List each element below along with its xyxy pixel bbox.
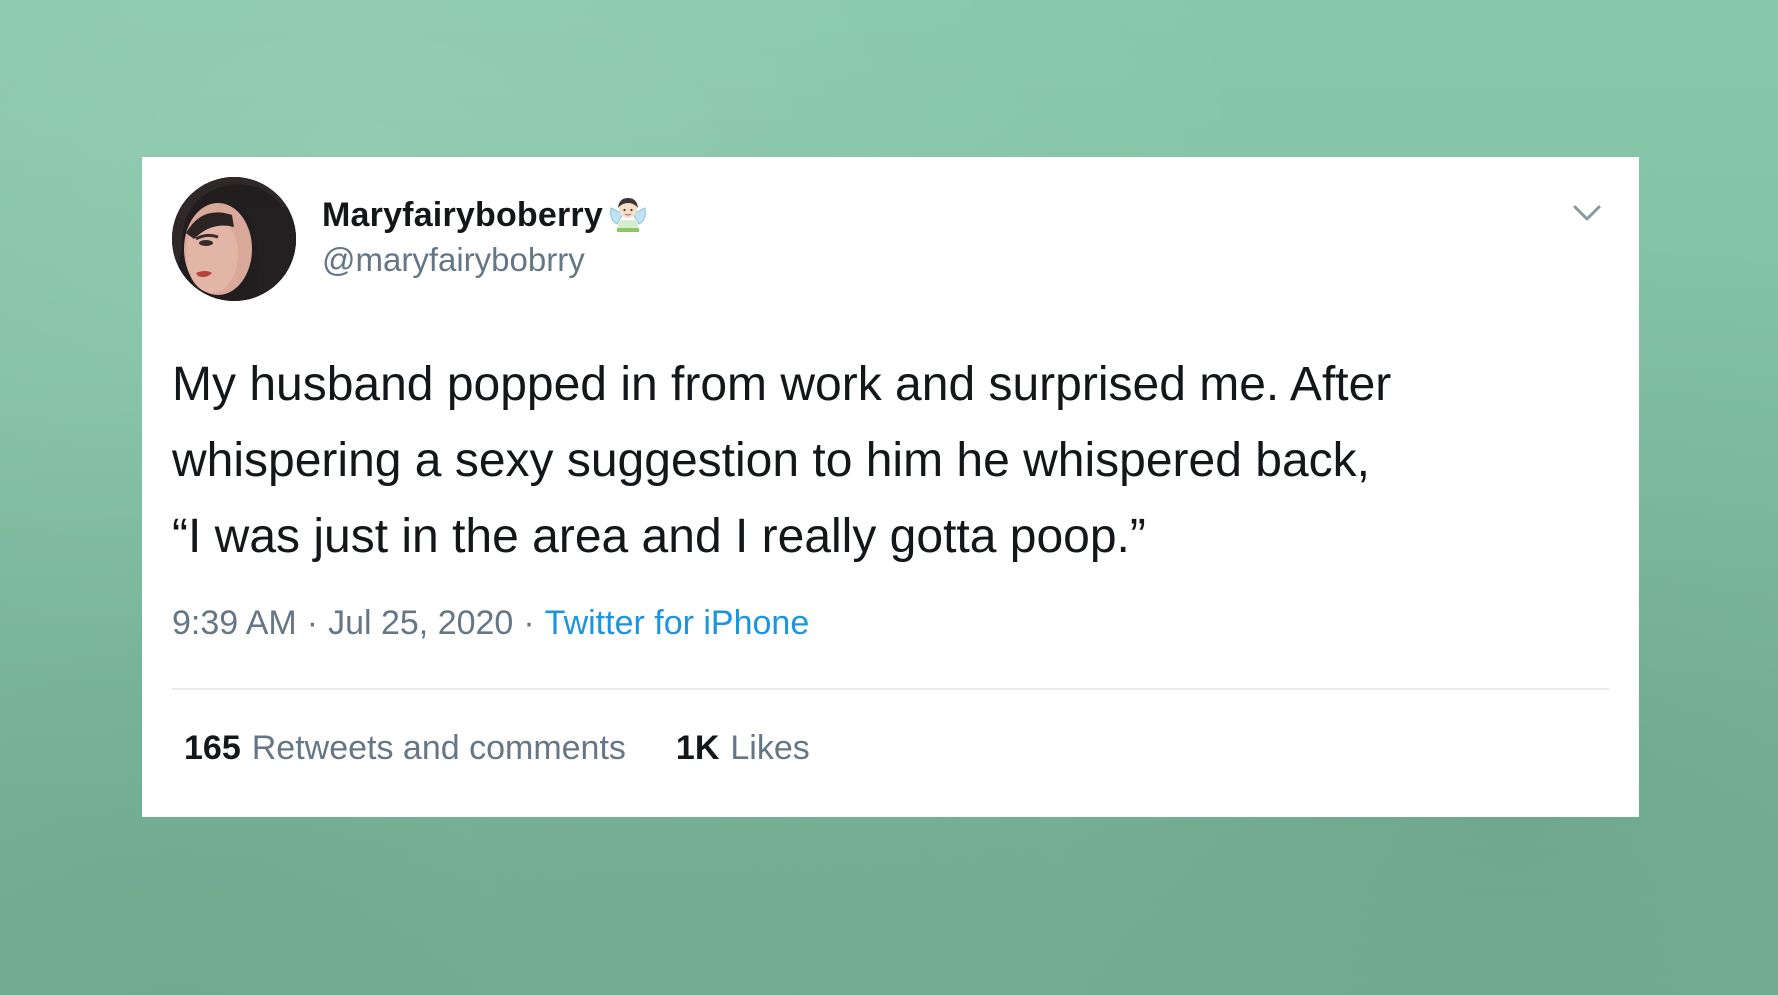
- fairy-emoji-icon: [610, 198, 646, 232]
- retweets-stat[interactable]: 165 Retweets and comments: [184, 729, 626, 768]
- likes-stat[interactable]: 1K Likes: [676, 729, 810, 768]
- avatar[interactable]: [172, 177, 296, 301]
- chevron-down-icon[interactable]: [1567, 193, 1607, 233]
- tweet-text-line: whispering a sexy suggestion to him he w…: [172, 434, 1370, 487]
- tweet-timestamp[interactable]: 9:39 AM: [172, 604, 297, 642]
- retweets-count: 165: [184, 729, 241, 767]
- tweet-source-link[interactable]: Twitter for iPhone: [545, 604, 810, 642]
- retweets-label: Retweets and comments: [251, 729, 626, 767]
- tweet-stats: 165 Retweets and comments 1K Likes: [184, 729, 810, 768]
- author-name-row[interactable]: Maryfairyboberry: [322, 193, 649, 237]
- display-name[interactable]: Maryfairyboberry: [322, 196, 603, 235]
- tweet-text-line: “I was just in the area and I really got…: [172, 510, 1146, 563]
- meta-separator: ·: [306, 604, 319, 642]
- author-handle[interactable]: @maryfairybobrry: [322, 241, 585, 279]
- meta-separator: ·: [523, 604, 535, 642]
- tweet-text: My husband popped in from work and surpr…: [172, 347, 1612, 575]
- likes-count: 1K: [675, 729, 720, 767]
- divider: [172, 688, 1609, 690]
- avatar-photo: [172, 177, 296, 301]
- tweet-date[interactable]: Jul 25, 2020: [328, 604, 513, 642]
- tweet-card: Maryfairyboberry @maryfairybobrry My hus…: [142, 157, 1639, 817]
- tweet-meta: 9:39 AM · Jul 25, 2020 · Twitter for iPhone: [172, 604, 809, 643]
- likes-label: Likes: [730, 729, 810, 767]
- tweet-text-line: My husband popped in from work and surpr…: [172, 358, 1392, 411]
